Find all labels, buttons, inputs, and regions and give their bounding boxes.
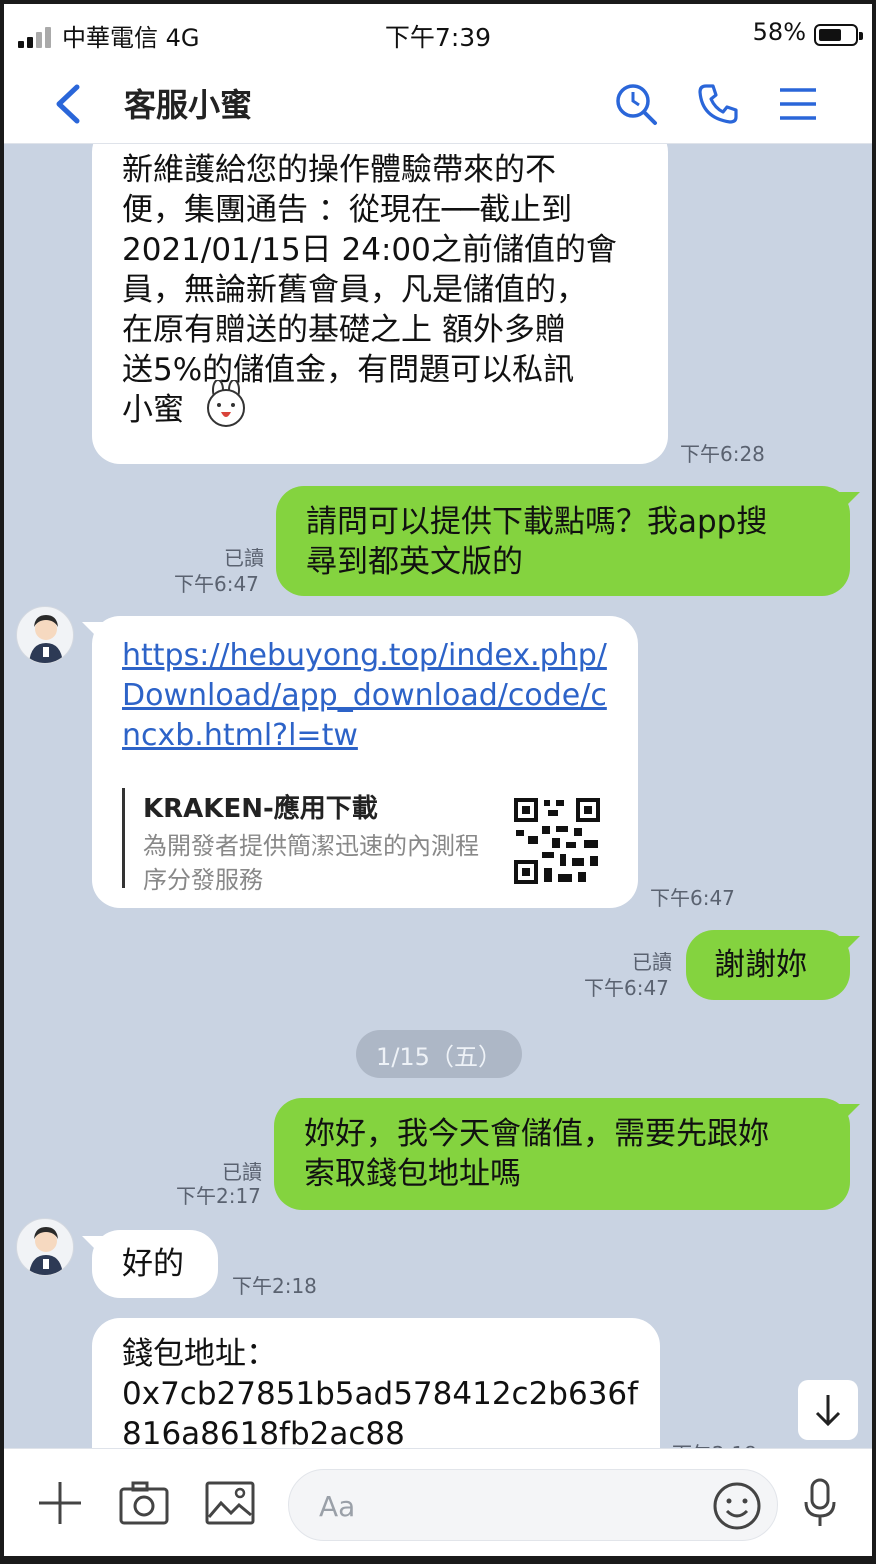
message-bubble-incoming[interactable]: 新維護給您的操作體驗帶來的不 便，集團通告 ：從現在──截止到 2021/01/… [92, 144, 668, 464]
download-link[interactable]: https://hebuyong.top/index.php/Download/… [122, 636, 612, 756]
message-bubble-incoming[interactable]: 好的 [82, 1230, 218, 1298]
call-button[interactable] [694, 80, 742, 128]
message-time: 下午6:28 [680, 442, 765, 466]
arrow-down-icon [815, 1395, 841, 1427]
chevron-left-icon [56, 84, 80, 124]
message-time: 下午2:18 [232, 1274, 317, 1298]
chat-area[interactable]: 新維護給您的操作體驗帶來的不 便，集團通告 ：從現在──截止到 2021/01/… [4, 144, 872, 1448]
emoji-icon[interactable] [711, 1480, 763, 1532]
chat-header: 客服小蜜 [4, 62, 872, 144]
message-time: 下午6:47 [584, 976, 669, 1000]
page-title: 客服小蜜 [124, 86, 253, 124]
agent-avatar[interactable] [16, 1218, 74, 1276]
message-bubble-outgoing[interactable]: 請問可以提供下載點嗎？我app搜 尋到都英文版的 [276, 486, 860, 596]
microphone-icon [804, 1478, 836, 1526]
agent-avatar-icon [29, 615, 63, 663]
message-input[interactable] [319, 1484, 689, 1528]
message-input-box[interactable] [288, 1469, 778, 1541]
battery-icon [814, 24, 863, 46]
read-receipt: 已讀 [632, 950, 672, 974]
composer-bar [4, 1448, 872, 1556]
add-button[interactable] [34, 1477, 86, 1529]
phone-screen: 中華電信 4G 下午7:39 58% 客服小蜜 新維護給您的操作體驗帶來的不 便… [4, 4, 872, 1556]
phone-icon [698, 84, 738, 124]
scroll-to-bottom-button[interactable] [798, 1380, 858, 1440]
hamburger-menu-icon [780, 88, 816, 120]
image-icon [205, 1481, 255, 1525]
qr-code-icon [512, 796, 602, 886]
search-icon [616, 84, 657, 125]
link-preview-description: 為開發者提供簡潔迅速的內測程序分發服務 [143, 832, 479, 894]
camera-icon [119, 1481, 169, 1525]
menu-button[interactable] [774, 80, 822, 128]
message-time: 下午6:47 [174, 572, 259, 596]
message-text: 妳好，我今天會儲值，需要先跟妳 索取錢包地址嗎 [304, 1116, 769, 1192]
plus-icon [39, 1482, 81, 1524]
back-button[interactable] [44, 80, 92, 128]
message-time: 下午2:18 [672, 1438, 757, 1448]
agent-avatar[interactable] [16, 606, 74, 664]
message-bubble-incoming[interactable]: 錢包地址： 0x7cb27851b5ad578412c2b636f 816a86… [92, 1318, 660, 1448]
voice-button[interactable] [794, 1477, 846, 1529]
photo-button[interactable] [204, 1477, 256, 1529]
message-text: 錢包地址： 0x7cb27851b5ad578412c2b636f 816a86… [122, 1336, 639, 1448]
message-bubble-incoming[interactable]: https://hebuyong.top/index.php/Download/… [82, 616, 638, 908]
read-receipt: 已讀 [224, 546, 264, 570]
status-bar: 中華電信 4G 下午7:39 58% [4, 4, 872, 62]
date-divider: 1/15（五） [356, 1030, 522, 1078]
search-button[interactable] [612, 80, 660, 128]
agent-avatar-icon [29, 1227, 63, 1275]
message-time: 下午6:47 [650, 886, 735, 910]
message-text: 請問可以提供下載點嗎？我app搜 尋到都英文版的 [306, 504, 768, 580]
battery-percent: 58% [752, 18, 806, 46]
message-time: 下午2:17 [176, 1184, 261, 1208]
camera-button[interactable] [118, 1477, 170, 1529]
message-text: 謝謝妳 [714, 947, 807, 983]
message-bubble-outgoing[interactable]: 妳好，我今天會儲值，需要先跟妳 索取錢包地址嗎 [274, 1098, 860, 1210]
clock: 下午7:39 [384, 23, 492, 52]
message-text: 好的 [122, 1246, 184, 1282]
message-bubble-outgoing[interactable]: 謝謝妳 [686, 930, 860, 1000]
bunny-sticker-icon [207, 380, 245, 427]
